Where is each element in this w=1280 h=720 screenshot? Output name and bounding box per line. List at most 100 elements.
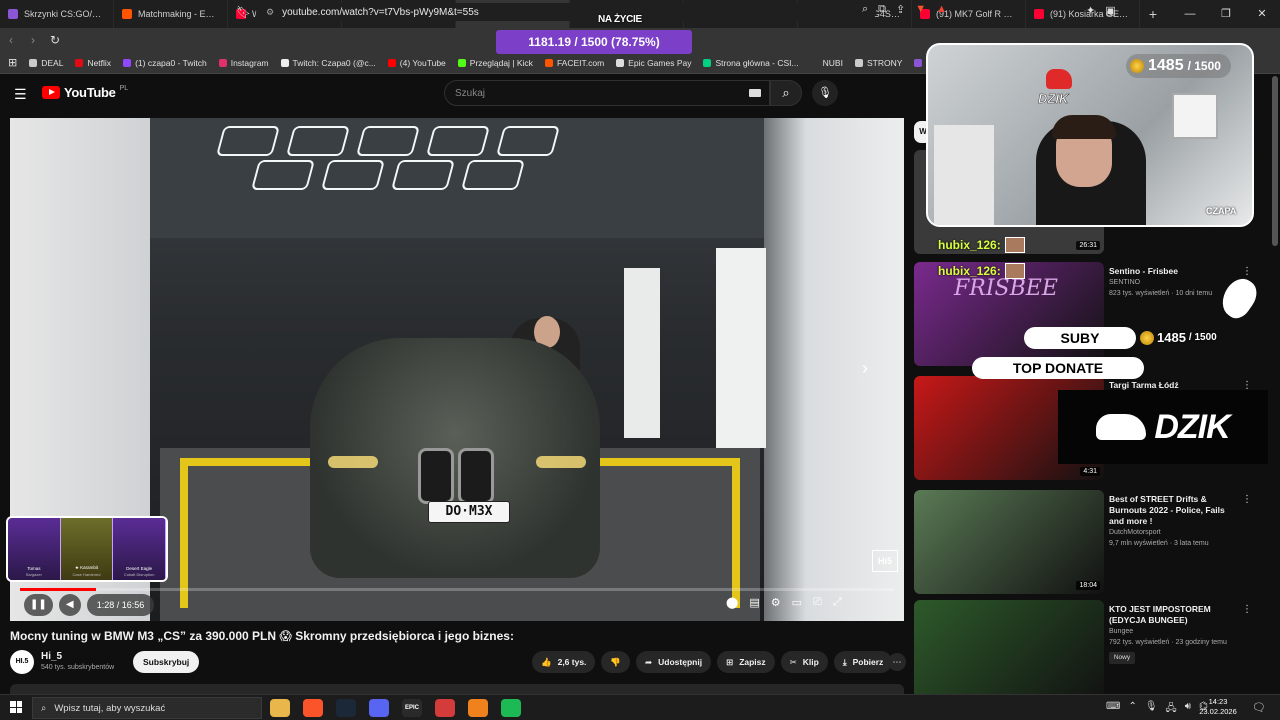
file-explorer-app[interactable] (270, 699, 290, 717)
video-progress-bar[interactable] (20, 588, 894, 591)
brave-rewards-icon[interactable]: ▲ (936, 3, 947, 16)
more-options-icon[interactable]: ⋮ (1242, 604, 1252, 615)
menu-icon[interactable]: ☰ (14, 86, 27, 103)
skin-finish: Case Hardened (72, 572, 101, 577)
share-page-icon[interactable]: ⇪ (896, 3, 905, 16)
puzzle-icon[interactable]: ✦ (1086, 4, 1095, 17)
video-scene-light (250, 160, 316, 190)
cast-icon[interactable]: ⎚ (813, 596, 822, 609)
tray-chevron-icon[interactable]: ⌃ (1128, 701, 1136, 718)
apps-grid-icon[interactable]: ⊞ (8, 56, 17, 69)
bookmark-item[interactable]: FACEIT.com (544, 58, 604, 68)
spotify-app[interactable] (501, 699, 521, 717)
translate-icon[interactable]: ⧉ (878, 3, 886, 16)
screenshot-icon[interactable]: ▣ (1105, 4, 1115, 17)
next-arrow-icon[interactable]: › (862, 358, 868, 379)
keyboard-icon[interactable] (749, 89, 761, 97)
avatar[interactable]: HI.5 (10, 650, 34, 674)
recommendation-title[interactable]: Best of STREET Drifts & Burnouts 2022 - … (1109, 494, 1239, 527)
brave-app[interactable] (303, 699, 323, 717)
dislike-button[interactable]: 👎 (601, 651, 631, 673)
bookmark-page-icon[interactable]: 🔖︎ (236, 5, 251, 19)
description-box[interactable] (10, 684, 904, 694)
video-thumbnail[interactable]: 18:04 (914, 490, 1104, 594)
network-icon[interactable]: 🖧︎ (1166, 701, 1177, 718)
steam-app[interactable] (336, 699, 356, 717)
browser-tab[interactable]: Skrzynki CS:GO/CS2 | C (0, 0, 114, 28)
share-button[interactable]: ➦ Udostępnij (636, 651, 712, 673)
epic-games-app[interactable]: EPIC (402, 699, 422, 717)
more-options-icon[interactable]: ⋮ (1242, 494, 1252, 505)
like-button[interactable]: 👍 2,6 tys. (532, 651, 596, 673)
recommendation-item[interactable]: KTO JEST IMPOSTOREM (EDYCJA BUNGEE) Bunge… (914, 600, 1260, 704)
subscribe-button[interactable]: Subskrybuj (133, 651, 200, 673)
miniplayer-icon[interactable]: ▭ (792, 596, 802, 609)
settings-icon[interactable]: ⚙ (771, 596, 781, 609)
forward-icon[interactable]: › (22, 33, 44, 47)
bookmark-item[interactable]: DEAL (29, 58, 63, 68)
search-input[interactable]: Szukaj (444, 80, 770, 106)
bookmark-item[interactable]: NUBI (810, 58, 843, 68)
new-tab-icon[interactable]: + (1140, 6, 1166, 22)
brave-shield-icon[interactable]: ▼ (915, 3, 926, 16)
faceit-app[interactable] (435, 699, 455, 717)
youtube-wordmark: YouTube (64, 85, 116, 100)
recommendation-item[interactable]: 18:04 Best of STREET Drifts & Burnouts 20… (914, 490, 1260, 594)
save-button[interactable]: ⊞ Zapisz (717, 651, 775, 673)
windows-start-icon[interactable] (10, 701, 22, 713)
recommendation-channel[interactable]: Bungee (1109, 628, 1133, 635)
bookmark-item[interactable]: Przeglądaj | Kick (457, 58, 533, 68)
recommendation-title[interactable]: KTO JEST IMPOSTOREM (EDYCJA BUNGEE) (1109, 604, 1239, 626)
taskbar-clock[interactable]: 14:23 23.02.2026 (1198, 697, 1238, 717)
minimize-icon[interactable]: — (1172, 0, 1208, 28)
restore-icon[interactable]: ❐ (1208, 0, 1244, 28)
voice-search-button[interactable]: 🎙︎ (812, 80, 838, 106)
channel-name[interactable]: Hi_5 (41, 651, 62, 662)
download-button[interactable]: ⤓ Pobierz (833, 651, 893, 673)
subtitles-icon[interactable]: ▤ (749, 596, 759, 609)
pause-button[interactable]: ❚❚ (24, 594, 53, 616)
bookmark-item[interactable]: Epic Games Pay (616, 58, 691, 68)
bookmark-item[interactable]: (4) YouTube (387, 58, 446, 68)
fullscreen-icon[interactable]: ⤢ (833, 596, 842, 609)
more-actions-icon[interactable]: ⋯ (888, 653, 906, 671)
bookmark-item[interactable]: (1) czapa0 - Twitch (123, 58, 207, 68)
back-icon[interactable]: ‹ (0, 33, 22, 47)
bookmark-label: DEAL (41, 57, 64, 68)
discord-app[interactable] (369, 699, 389, 717)
search-button[interactable]: ⌕ (770, 80, 802, 106)
stream-banner: NA ŻYCIE (598, 14, 642, 25)
bookmark-item[interactable]: Strona główna - CSI... (703, 58, 799, 68)
more-options-icon[interactable]: ⋮ (1242, 266, 1252, 277)
bookmark-item[interactable]: STRONY (854, 58, 902, 68)
autoplay-toggle[interactable]: ⬤ (726, 596, 738, 609)
browser-tab[interactable]: (91) Kosiarka GEO DM (1026, 0, 1140, 28)
browser-tab[interactable]: Matchmaking - Europe (114, 0, 228, 28)
volume-button[interactable]: ◀ (58, 594, 81, 616)
url-field[interactable]: ⚙ youtube.com/watch?v=t7Vbs-pWy9M&t=55s (256, 3, 876, 21)
video-actions: 👍 2,6 tys. 👎 ➦ Udostępnij ⊞ Zapisz ✂ Klip ⤓ Pobier… (532, 651, 893, 673)
notifications-icon[interactable]: 🗨︎ (1252, 701, 1266, 714)
taskbar-search-input[interactable]: ⌕ Wpisz tutaj, aby wyszukać (32, 697, 262, 719)
bookmark-item[interactable]: Instagram (218, 58, 269, 68)
mic-icon[interactable]: 🎙︎ (1145, 701, 1158, 718)
site-info-icon[interactable]: ⚙ (266, 7, 274, 18)
recommendation-channel[interactable]: SENTINO (1109, 279, 1140, 286)
recommendation-title[interactable]: Sentino - Frisbee (1109, 266, 1239, 277)
goal-current: 1485 (1148, 57, 1184, 74)
video-thumbnail[interactable] (914, 600, 1104, 704)
launcher-app[interactable] (468, 699, 488, 717)
bookmark-item[interactable]: Netflix (75, 58, 111, 68)
clip-button[interactable]: ✂ Klip (780, 651, 828, 673)
close-window-icon[interactable]: ✕ (1244, 0, 1280, 28)
reload-icon[interactable]: ↻ (44, 33, 66, 47)
volume-icon[interactable]: 🔊︎ (1185, 701, 1191, 718)
bookmark-item[interactable]: Twitch: Czapa0 (@c... (280, 58, 376, 68)
new-badge: Nowy (1109, 652, 1135, 664)
zoom-icon[interactable]: ⌕ (862, 3, 868, 16)
youtube-logo[interactable]: YouTube PL (42, 85, 128, 100)
scrollbar[interactable] (1272, 76, 1278, 246)
channel-watermark[interactable]: Hi5 (872, 550, 898, 572)
recommendation-channel[interactable]: DutchMotorsport (1109, 529, 1161, 536)
keyboard-layout-icon[interactable]: ⌨ (1106, 701, 1120, 718)
